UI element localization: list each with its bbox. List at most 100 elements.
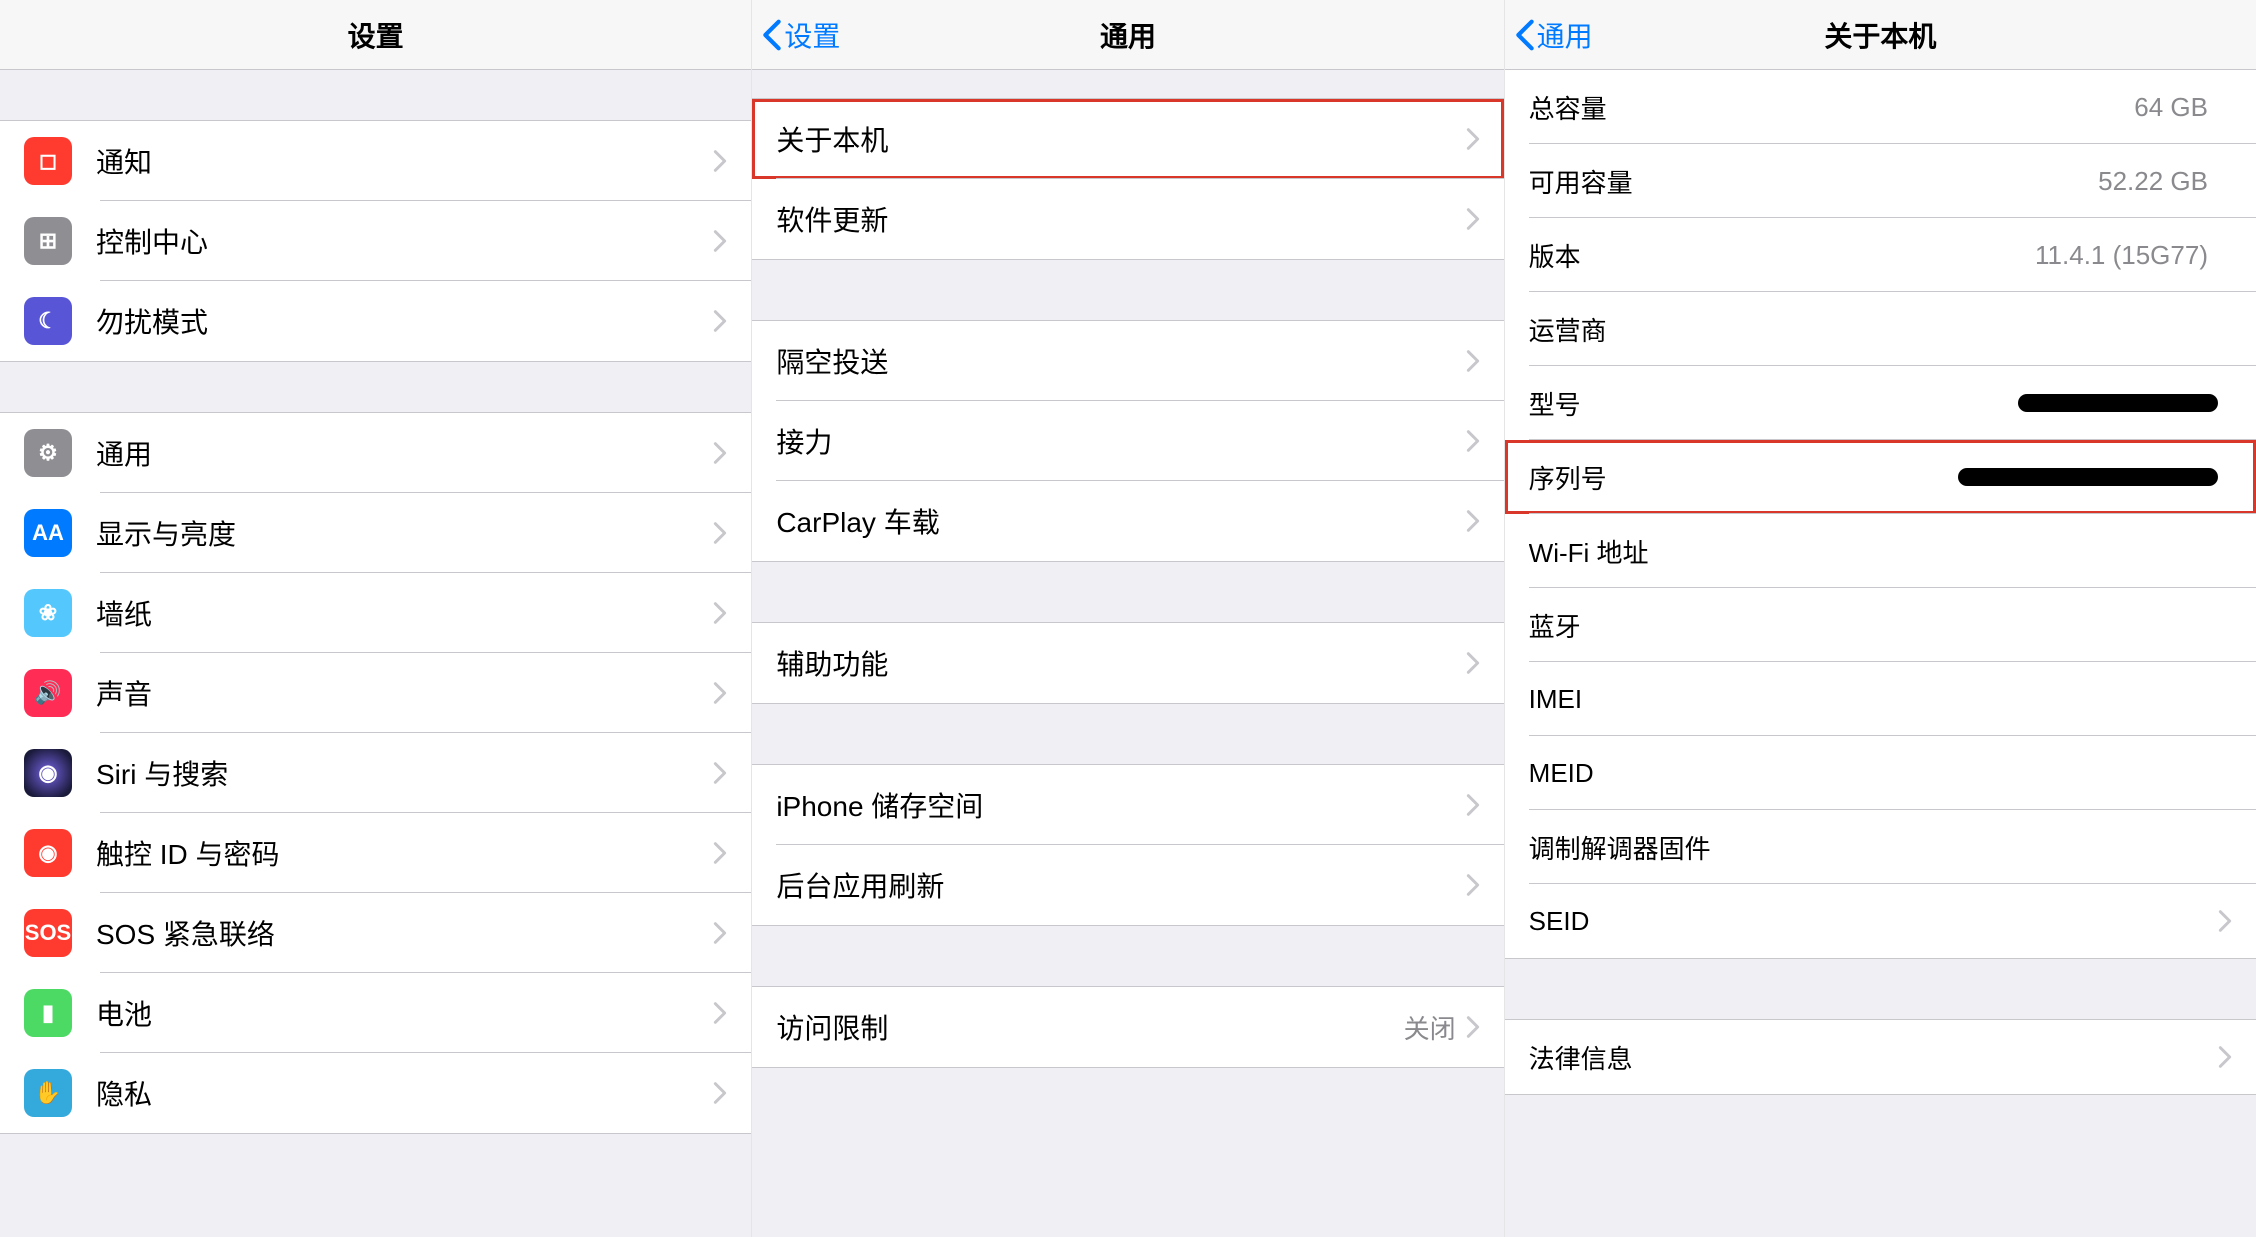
row-调制解调器固件: 调制解调器固件 <box>1505 810 2256 884</box>
touchid-passcode-icon: ◉ <box>24 829 72 877</box>
navbar-title-general: 通用 <box>1100 15 1156 55</box>
row-label: 访问限制 <box>776 1007 1403 1047</box>
settings-row-notifications[interactable]: ◻通知 <box>0 121 751 201</box>
general-group-3: 辅助功能 <box>752 622 1503 704</box>
sounds-icon: 🔊 <box>24 669 72 717</box>
navbar-settings: 设置 <box>0 0 751 70</box>
settings-row-wallpaper[interactable]: ❀ 墙纸 <box>0 573 751 653</box>
chevron-right-icon <box>1466 509 1480 533</box>
settings-group-2: ⚙通用AA显示与亮度 ❀ 墙纸 🔊声音 ◉ Siri 与搜索 ◉触控 ID 与密码SOSSO… <box>0 412 751 1134</box>
settings-row-sounds[interactable]: 🔊声音 <box>0 653 751 733</box>
row-label: 软件更新 <box>776 199 1465 239</box>
chevron-right-icon <box>1466 207 1480 231</box>
siri-search-icon: ◉ <box>24 749 72 797</box>
chevron-right-icon <box>713 761 727 785</box>
chevron-right-icon <box>713 149 727 173</box>
navbar-title-about: 关于本机 <box>1824 15 1936 55</box>
row-label: 接力 <box>776 421 1465 461</box>
privacy-icon: ✋ <box>24 1069 72 1117</box>
row-wi-fi-地址: Wi-Fi 地址 <box>1505 514 2256 588</box>
panel-about: 通用 关于本机 总容量64 GB可用容量52.22 GB版本11.4.1 (15… <box>1504 0 2256 1237</box>
wallpaper-icon: ❀ <box>24 589 72 637</box>
chevron-right-icon <box>713 309 727 333</box>
chevron-right-icon <box>713 229 727 253</box>
row-label: 勿扰模式 <box>96 301 713 341</box>
chevron-right-icon <box>713 601 727 625</box>
chevron-right-icon <box>713 441 727 465</box>
row-label: 法律信息 <box>1529 1039 2218 1076</box>
row-接力[interactable]: 接力 <box>752 401 1503 481</box>
row-carplay-车载[interactable]: CarPlay 车载 <box>752 481 1503 561</box>
settings-row-general[interactable]: ⚙通用 <box>0 413 751 493</box>
row-seid[interactable]: SEID <box>1505 884 2256 958</box>
back-label-general: 通用 <box>1537 15 1593 55</box>
row-value: 关闭 <box>1404 1009 1456 1046</box>
row-label: iPhone 储存空间 <box>776 785 1465 825</box>
row-label: Siri 与搜索 <box>96 753 713 793</box>
row-label: 墙纸 <box>96 593 713 633</box>
back-to-general[interactable]: 通用 <box>1515 15 1593 55</box>
settings-row-display-brightness[interactable]: AA显示与亮度 <box>0 493 751 573</box>
chevron-right-icon <box>1466 349 1480 373</box>
chevron-right-icon <box>1466 873 1480 897</box>
panel-general: 设置 通用 关于本机软件更新 隔空投送接力 CarPlay 车载 辅助功能 iPh… <box>751 0 1503 1237</box>
settings-content: ◻通知⊞控制中心☾勿扰模式 ⚙通用AA显示与亮度❀墙纸🔊声音◉Siri 与搜索◉… <box>0 70 751 1237</box>
back-label-settings: 设置 <box>784 15 840 55</box>
settings-row-sos[interactable]: SOSSOS 紧急联络 <box>0 893 751 973</box>
settings-row-privacy[interactable]: ✋隐私 <box>0 1053 751 1133</box>
row-型号: 型号 <box>1505 366 2256 440</box>
row-label: 电池 <box>96 993 713 1033</box>
row-label: CarPlay 车载 <box>776 501 1465 541</box>
row-辅助功能[interactable]: 辅助功能 <box>752 623 1503 703</box>
row-关于本机[interactable]: 关于本机 <box>752 99 1503 179</box>
row-访问限制[interactable]: 访问限制关闭 <box>752 987 1503 1067</box>
row-label: 通知 <box>96 141 713 181</box>
row-版本: 版本11.4.1 (15G77) <box>1505 218 2256 292</box>
settings-row-control-center[interactable]: ⊞控制中心 <box>0 201 751 281</box>
navbar-title-settings: 设置 <box>348 15 404 55</box>
row-label: 型号 <box>1529 385 2018 422</box>
row-value: 64 GB <box>2134 92 2208 123</box>
navbar-general: 设置 通用 <box>752 0 1503 70</box>
row-label: 显示与亮度 <box>96 513 713 553</box>
row-label: 运营商 <box>1529 311 2218 348</box>
settings-row-touchid-passcode[interactable]: ◉触控 ID 与密码 <box>0 813 751 893</box>
row-label: 版本 <box>1529 237 2035 274</box>
row-label: 调制解调器固件 <box>1529 829 2218 866</box>
row-label: MEID <box>1529 758 2218 789</box>
chevron-left-icon <box>1515 18 1535 52</box>
row-label: 序列号 <box>1529 459 1958 496</box>
general-group-2: 隔空投送接力 CarPlay 车载 <box>752 320 1503 562</box>
back-to-settings[interactable]: 设置 <box>762 15 840 55</box>
row-后台应用刷新[interactable]: 后台应用刷新 <box>752 845 1503 925</box>
general-content: 关于本机软件更新 隔空投送接力 CarPlay 车载 辅助功能 iPhone 储存… <box>752 70 1503 1237</box>
row-序列号: 序列号 <box>1505 440 2256 514</box>
do-not-disturb-icon: ☾ <box>24 297 72 345</box>
row-label: 可用容量 <box>1529 163 2098 200</box>
row-可用容量: 可用容量52.22 GB <box>1505 144 2256 218</box>
settings-row-battery[interactable]: ▮ 电池 <box>0 973 751 1053</box>
row-label: 隔空投送 <box>776 341 1465 381</box>
chevron-right-icon <box>713 1001 727 1025</box>
row-iphone-储存空间[interactable]: iPhone 储存空间 <box>752 765 1503 845</box>
about-content: 总容量64 GB可用容量52.22 GB版本11.4.1 (15G77)运营商型… <box>1505 70 2256 1237</box>
row-软件更新[interactable]: 软件更新 <box>752 179 1503 259</box>
row-label: 总容量 <box>1529 89 2135 126</box>
row-总容量: 总容量64 GB <box>1505 70 2256 144</box>
row-法律信息[interactable]: 法律信息 <box>1505 1020 2256 1094</box>
row-label: 通用 <box>96 433 713 473</box>
general-group-4: iPhone 储存空间后台应用刷新 <box>752 764 1503 926</box>
redacted-value <box>1958 468 2218 486</box>
settings-row-do-not-disturb[interactable]: ☾ 勿扰模式 <box>0 281 751 361</box>
battery-icon: ▮ <box>24 989 72 1037</box>
row-蓝牙: 蓝牙 <box>1505 588 2256 662</box>
row-隔空投送[interactable]: 隔空投送 <box>752 321 1503 401</box>
redacted-value <box>2018 394 2218 412</box>
chevron-right-icon <box>1466 1015 1480 1039</box>
general-group-5: 访问限制关闭 <box>752 986 1503 1068</box>
chevron-right-icon <box>2218 909 2232 933</box>
settings-row-siri-search[interactable]: ◉ Siri 与搜索 <box>0 733 751 813</box>
chevron-left-icon <box>762 18 782 52</box>
row-value: 52.22 GB <box>2098 166 2208 197</box>
panel-settings: 设置 ◻通知⊞控制中心 ☾ 勿扰模式 ⚙通用AA显示与亮度 ❀ 墙纸 🔊声音 ◉ Siri 与… <box>0 0 751 1237</box>
